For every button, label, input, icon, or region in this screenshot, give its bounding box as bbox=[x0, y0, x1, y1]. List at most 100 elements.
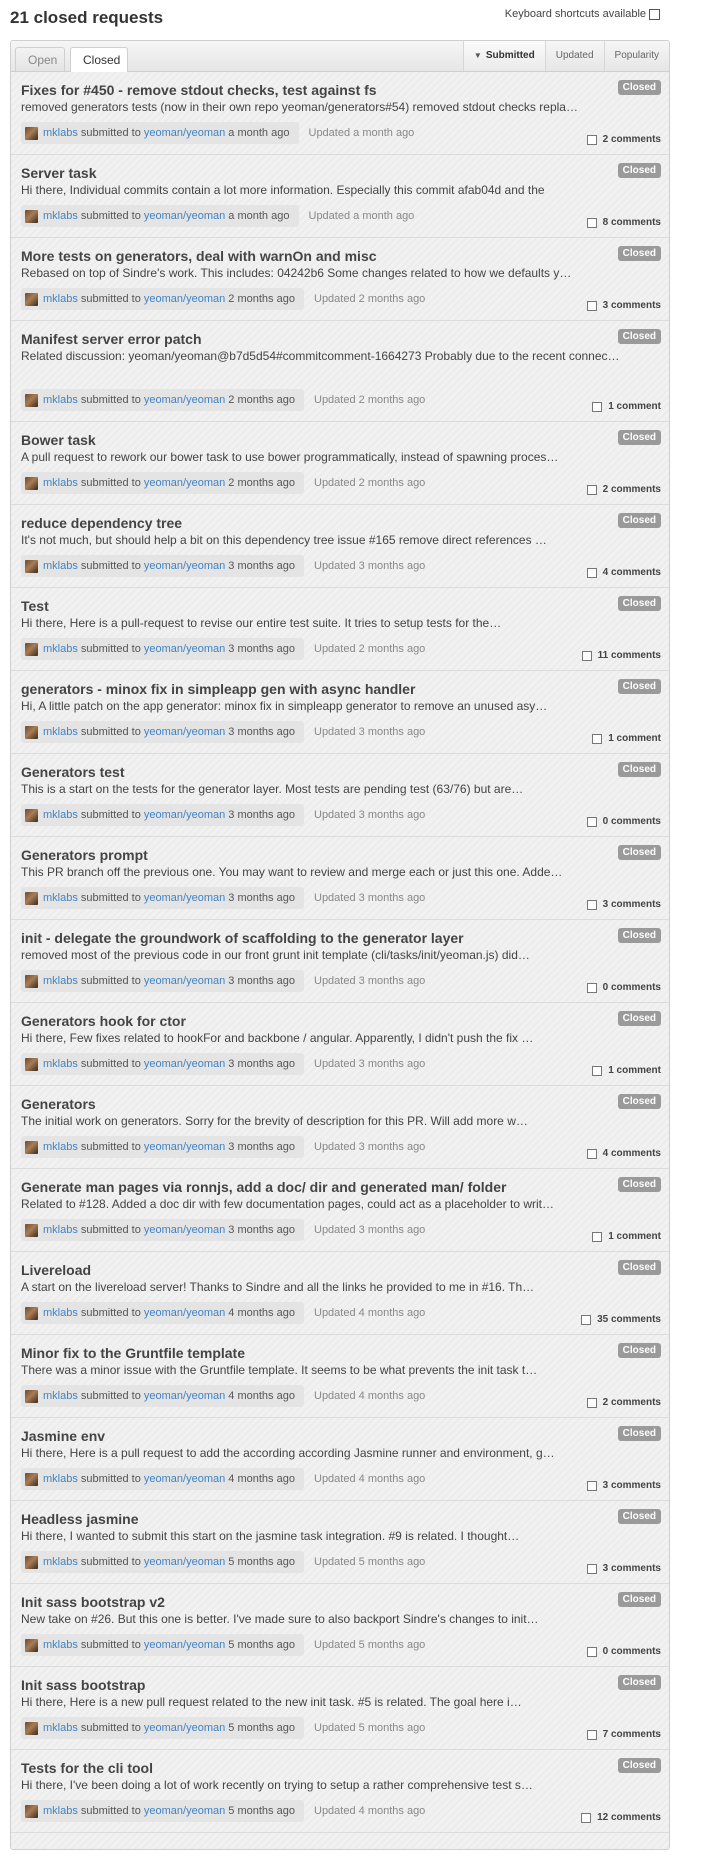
pull-request-title[interactable]: init - delegate the groundwork of scaffo… bbox=[21, 930, 464, 946]
comments-link[interactable]: 1 comment bbox=[592, 1065, 661, 1076]
pull-request-title[interactable]: Tests for the cli tool bbox=[21, 1760, 153, 1776]
author-link[interactable]: mklabs bbox=[43, 1058, 78, 1070]
author-link[interactable]: mklabs bbox=[43, 726, 78, 738]
avatar[interactable] bbox=[25, 1472, 38, 1486]
comments-link[interactable]: 11 comments bbox=[581, 650, 661, 661]
pull-request-title[interactable]: Server task bbox=[21, 165, 97, 181]
pull-request-title[interactable]: Headless jasmine bbox=[21, 1511, 139, 1527]
avatar[interactable] bbox=[25, 559, 38, 573]
comments-link[interactable]: 2 comments bbox=[586, 484, 661, 495]
avatar[interactable] bbox=[25, 891, 38, 905]
pull-request-title[interactable]: Livereload bbox=[21, 1262, 91, 1278]
pull-request-title[interactable]: Generators test bbox=[21, 764, 124, 780]
avatar[interactable] bbox=[25, 1057, 38, 1071]
avatar[interactable] bbox=[25, 1638, 38, 1652]
avatar[interactable] bbox=[25, 1389, 38, 1403]
avatar[interactable] bbox=[25, 808, 38, 822]
comments-link[interactable]: 3 comments bbox=[586, 899, 661, 910]
avatar[interactable] bbox=[25, 1223, 38, 1237]
repo-link[interactable]: yeoman/yeoman bbox=[144, 477, 225, 489]
comments-link[interactable]: 4 comments bbox=[586, 1148, 661, 1159]
author-link[interactable]: mklabs bbox=[43, 477, 78, 489]
avatar[interactable] bbox=[25, 642, 38, 656]
tab-closed[interactable]: Closed bbox=[70, 47, 128, 72]
avatar[interactable] bbox=[25, 725, 38, 739]
author-link[interactable]: mklabs bbox=[43, 1224, 78, 1236]
repo-link[interactable]: yeoman/yeoman bbox=[144, 394, 225, 406]
pull-request-title[interactable]: Generators bbox=[21, 1096, 96, 1112]
repo-link[interactable]: yeoman/yeoman bbox=[144, 1224, 225, 1236]
sort-popularity[interactable]: Popularity bbox=[603, 41, 669, 71]
comments-link[interactable]: 8 comments bbox=[586, 217, 661, 228]
author-link[interactable]: mklabs bbox=[43, 293, 78, 305]
author-link[interactable]: mklabs bbox=[43, 560, 78, 572]
comments-link[interactable]: 1 comment bbox=[592, 1231, 661, 1242]
author-link[interactable]: mklabs bbox=[43, 1473, 78, 1485]
author-link[interactable]: mklabs bbox=[43, 1556, 78, 1568]
avatar[interactable] bbox=[25, 1555, 38, 1569]
repo-link[interactable]: yeoman/yeoman bbox=[144, 1473, 225, 1485]
repo-link[interactable]: yeoman/yeoman bbox=[144, 643, 225, 655]
avatar[interactable] bbox=[25, 1721, 38, 1735]
author-link[interactable]: mklabs bbox=[43, 1390, 78, 1402]
repo-link[interactable]: yeoman/yeoman bbox=[144, 127, 225, 139]
comments-link[interactable]: 0 comments bbox=[586, 1646, 661, 1657]
author-link[interactable]: mklabs bbox=[43, 809, 78, 821]
pull-request-title[interactable]: Generators prompt bbox=[21, 847, 148, 863]
author-link[interactable]: mklabs bbox=[43, 127, 78, 139]
avatar[interactable] bbox=[25, 209, 38, 223]
repo-link[interactable]: yeoman/yeoman bbox=[144, 1058, 225, 1070]
author-link[interactable]: mklabs bbox=[43, 394, 78, 406]
pull-request-title[interactable]: Fixes for #450 - remove stdout checks, t… bbox=[21, 82, 377, 98]
pull-request-title[interactable]: Generate man pages via ronnjs, add a doc… bbox=[21, 1179, 506, 1195]
comments-link[interactable]: 1 comment bbox=[592, 733, 661, 744]
keyboard-shortcuts-hint[interactable]: Keyboard shortcuts available bbox=[505, 8, 660, 20]
sort-submitted[interactable]: ▼ Submitted bbox=[462, 41, 545, 71]
comments-link[interactable]: 35 comments bbox=[581, 1314, 661, 1325]
author-link[interactable]: mklabs bbox=[43, 1722, 78, 1734]
pull-request-title[interactable]: Jasmine env bbox=[21, 1428, 105, 1444]
comments-link[interactable]: 1 comment bbox=[592, 401, 661, 412]
pull-request-title[interactable]: reduce dependency tree bbox=[21, 515, 182, 531]
repo-link[interactable]: yeoman/yeoman bbox=[144, 293, 225, 305]
repo-link[interactable]: yeoman/yeoman bbox=[144, 210, 225, 222]
repo-link[interactable]: yeoman/yeoman bbox=[144, 726, 225, 738]
pull-request-title[interactable]: More tests on generators, deal with warn… bbox=[21, 248, 377, 264]
comments-link[interactable]: 3 comments bbox=[586, 1480, 661, 1491]
author-link[interactable]: mklabs bbox=[43, 892, 78, 904]
pull-request-title[interactable]: generators - minox fix in simpleapp gen … bbox=[21, 681, 415, 697]
repo-link[interactable]: yeoman/yeoman bbox=[144, 892, 225, 904]
repo-link[interactable]: yeoman/yeoman bbox=[144, 975, 225, 987]
comments-link[interactable]: 2 comments bbox=[586, 134, 661, 145]
repo-link[interactable]: yeoman/yeoman bbox=[144, 1805, 225, 1817]
avatar[interactable] bbox=[25, 393, 38, 407]
avatar[interactable] bbox=[25, 292, 38, 306]
repo-link[interactable]: yeoman/yeoman bbox=[144, 1722, 225, 1734]
author-link[interactable]: mklabs bbox=[43, 210, 78, 222]
avatar[interactable] bbox=[25, 1140, 38, 1154]
repo-link[interactable]: yeoman/yeoman bbox=[144, 1390, 225, 1402]
pull-request-title[interactable]: Init sass bootstrap v2 bbox=[21, 1594, 165, 1610]
author-link[interactable]: mklabs bbox=[43, 1141, 78, 1153]
comments-link[interactable]: 3 comments bbox=[586, 1563, 661, 1574]
pull-request-title[interactable]: Test bbox=[21, 598, 49, 614]
author-link[interactable]: mklabs bbox=[43, 1805, 78, 1817]
comments-link[interactable]: 2 comments bbox=[586, 1397, 661, 1408]
avatar[interactable] bbox=[25, 974, 38, 988]
tab-open[interactable]: Open bbox=[15, 47, 65, 71]
avatar[interactable] bbox=[25, 1804, 38, 1818]
comments-link[interactable]: 7 comments bbox=[586, 1729, 661, 1740]
avatar[interactable] bbox=[25, 126, 38, 140]
comments-link[interactable]: 0 comments bbox=[586, 816, 661, 827]
comments-link[interactable]: 3 comments bbox=[586, 300, 661, 311]
pull-request-title[interactable]: Manifest server error patch bbox=[21, 331, 202, 347]
comments-link[interactable]: 4 comments bbox=[586, 567, 661, 578]
sort-updated[interactable]: Updated bbox=[544, 41, 604, 71]
repo-link[interactable]: yeoman/yeoman bbox=[144, 1141, 225, 1153]
author-link[interactable]: mklabs bbox=[43, 1307, 78, 1319]
pull-request-title[interactable]: Minor fix to the Gruntfile template bbox=[21, 1345, 245, 1361]
comments-link[interactable]: 0 comments bbox=[586, 982, 661, 993]
avatar[interactable] bbox=[25, 1306, 38, 1320]
repo-link[interactable]: yeoman/yeoman bbox=[144, 1639, 225, 1651]
repo-link[interactable]: yeoman/yeoman bbox=[144, 560, 225, 572]
